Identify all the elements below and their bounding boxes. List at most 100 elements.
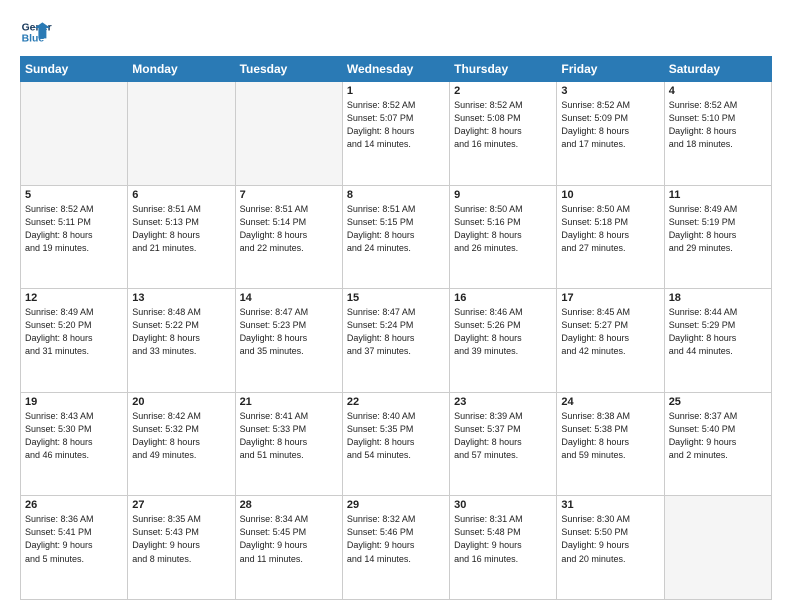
day-number: 14 <box>240 292 338 304</box>
day-info: Sunrise: 8:45 AM Sunset: 5:27 PM Dayligh… <box>561 306 659 358</box>
header: General Blue <box>20 16 772 48</box>
weekday-header-thursday: Thursday <box>450 57 557 82</box>
calendar-cell <box>235 82 342 186</box>
day-info: Sunrise: 8:36 AM Sunset: 5:41 PM Dayligh… <box>25 513 123 565</box>
page: General Blue SundayMondayTuesdayWednesda… <box>0 0 792 612</box>
day-number: 12 <box>25 292 123 304</box>
day-info: Sunrise: 8:35 AM Sunset: 5:43 PM Dayligh… <box>132 513 230 565</box>
day-info: Sunrise: 8:31 AM Sunset: 5:48 PM Dayligh… <box>454 513 552 565</box>
day-number: 11 <box>669 189 767 201</box>
calendar-cell <box>664 496 771 600</box>
day-info: Sunrise: 8:52 AM Sunset: 5:09 PM Dayligh… <box>561 99 659 151</box>
day-info: Sunrise: 8:37 AM Sunset: 5:40 PM Dayligh… <box>669 410 767 462</box>
day-number: 29 <box>347 499 445 511</box>
day-info: Sunrise: 8:44 AM Sunset: 5:29 PM Dayligh… <box>669 306 767 358</box>
day-number: 24 <box>561 396 659 408</box>
day-info: Sunrise: 8:32 AM Sunset: 5:46 PM Dayligh… <box>347 513 445 565</box>
weekday-header-tuesday: Tuesday <box>235 57 342 82</box>
day-info: Sunrise: 8:46 AM Sunset: 5:26 PM Dayligh… <box>454 306 552 358</box>
day-info: Sunrise: 8:47 AM Sunset: 5:24 PM Dayligh… <box>347 306 445 358</box>
day-info: Sunrise: 8:52 AM Sunset: 5:10 PM Dayligh… <box>669 99 767 151</box>
day-number: 6 <box>132 189 230 201</box>
calendar-cell: 25 Sunrise: 8:37 AM Sunset: 5:40 PM Dayli… <box>664 392 771 496</box>
calendar-cell: 4 Sunrise: 8:52 AM Sunset: 5:10 PM Daylig… <box>664 82 771 186</box>
day-number: 31 <box>561 499 659 511</box>
calendar-table: SundayMondayTuesdayWednesdayThursdayFrid… <box>20 56 772 600</box>
weekday-header-friday: Friday <box>557 57 664 82</box>
day-number: 22 <box>347 396 445 408</box>
day-info: Sunrise: 8:43 AM Sunset: 5:30 PM Dayligh… <box>25 410 123 462</box>
calendar-cell: 17 Sunrise: 8:45 AM Sunset: 5:27 PM Dayli… <box>557 289 664 393</box>
day-number: 28 <box>240 499 338 511</box>
calendar-cell: 11 Sunrise: 8:49 AM Sunset: 5:19 PM Dayli… <box>664 185 771 289</box>
logo: General Blue <box>20 16 52 48</box>
day-number: 26 <box>25 499 123 511</box>
day-info: Sunrise: 8:50 AM Sunset: 5:18 PM Dayligh… <box>561 203 659 255</box>
day-number: 5 <box>25 189 123 201</box>
day-info: Sunrise: 8:39 AM Sunset: 5:37 PM Dayligh… <box>454 410 552 462</box>
day-number: 18 <box>669 292 767 304</box>
calendar-cell: 2Sunrise: 8:52 AM Sunset: 5:08 PM Daylig… <box>450 82 557 186</box>
calendar-cell: 19 Sunrise: 8:43 AM Sunset: 5:30 PM Dayli… <box>21 392 128 496</box>
calendar-cell <box>128 82 235 186</box>
calendar-cell: 21Sunrise: 8:41 AM Sunset: 5:33 PM Dayli… <box>235 392 342 496</box>
week-row-1: 1 Sunrise: 8:52 AM Sunset: 5:07 PM Daylig… <box>21 82 772 186</box>
calendar-cell: 1 Sunrise: 8:52 AM Sunset: 5:07 PM Daylig… <box>342 82 449 186</box>
week-row-4: 19 Sunrise: 8:43 AM Sunset: 5:30 PM Dayli… <box>21 392 772 496</box>
weekday-header-sunday: Sunday <box>21 57 128 82</box>
calendar-cell: 27 Sunrise: 8:35 AM Sunset: 5:43 PM Dayli… <box>128 496 235 600</box>
day-number: 16 <box>454 292 552 304</box>
day-info: Sunrise: 8:52 AM Sunset: 5:07 PM Dayligh… <box>347 99 445 151</box>
week-row-2: 5 Sunrise: 8:52 AM Sunset: 5:11 PM Daylig… <box>21 185 772 289</box>
day-info: Sunrise: 8:38 AM Sunset: 5:38 PM Dayligh… <box>561 410 659 462</box>
day-info: Sunrise: 8:49 AM Sunset: 5:19 PM Dayligh… <box>669 203 767 255</box>
day-info: Sunrise: 8:30 AM Sunset: 5:50 PM Dayligh… <box>561 513 659 565</box>
day-number: 25 <box>669 396 767 408</box>
day-number: 8 <box>347 189 445 201</box>
weekday-header-wednesday: Wednesday <box>342 57 449 82</box>
calendar-cell: 6 Sunrise: 8:51 AM Sunset: 5:13 PM Daylig… <box>128 185 235 289</box>
day-info: Sunrise: 8:42 AM Sunset: 5:32 PM Dayligh… <box>132 410 230 462</box>
calendar-cell: 8Sunrise: 8:51 AM Sunset: 5:15 PM Daylig… <box>342 185 449 289</box>
day-number: 15 <box>347 292 445 304</box>
day-info: Sunrise: 8:52 AM Sunset: 5:11 PM Dayligh… <box>25 203 123 255</box>
day-info: Sunrise: 8:48 AM Sunset: 5:22 PM Dayligh… <box>132 306 230 358</box>
day-number: 27 <box>132 499 230 511</box>
logo-icon: General Blue <box>20 16 52 48</box>
day-number: 1 <box>347 85 445 97</box>
calendar-cell: 22 Sunrise: 8:40 AM Sunset: 5:35 PM Dayli… <box>342 392 449 496</box>
day-number: 10 <box>561 189 659 201</box>
calendar-cell: 10 Sunrise: 8:50 AM Sunset: 5:18 PM Dayli… <box>557 185 664 289</box>
day-number: 13 <box>132 292 230 304</box>
calendar-cell: 28Sunrise: 8:34 AM Sunset: 5:45 PM Dayli… <box>235 496 342 600</box>
day-number: 23 <box>454 396 552 408</box>
weekday-header-saturday: Saturday <box>664 57 771 82</box>
calendar-cell: 20Sunrise: 8:42 AM Sunset: 5:32 PM Dayli… <box>128 392 235 496</box>
day-number: 4 <box>669 85 767 97</box>
day-info: Sunrise: 8:40 AM Sunset: 5:35 PM Dayligh… <box>347 410 445 462</box>
calendar-cell: 7Sunrise: 8:51 AM Sunset: 5:14 PM Daylig… <box>235 185 342 289</box>
calendar-cell: 9Sunrise: 8:50 AM Sunset: 5:16 PM Daylig… <box>450 185 557 289</box>
calendar-cell: 18 Sunrise: 8:44 AM Sunset: 5:29 PM Dayli… <box>664 289 771 393</box>
calendar-cell: 15 Sunrise: 8:47 AM Sunset: 5:24 PM Dayli… <box>342 289 449 393</box>
day-info: Sunrise: 8:51 AM Sunset: 5:13 PM Dayligh… <box>132 203 230 255</box>
calendar-cell: 12Sunrise: 8:49 AM Sunset: 5:20 PM Dayli… <box>21 289 128 393</box>
day-number: 2 <box>454 85 552 97</box>
weekday-header-monday: Monday <box>128 57 235 82</box>
day-info: Sunrise: 8:47 AM Sunset: 5:23 PM Dayligh… <box>240 306 338 358</box>
weekday-header-row: SundayMondayTuesdayWednesdayThursdayFrid… <box>21 57 772 82</box>
calendar-cell: 16 Sunrise: 8:46 AM Sunset: 5:26 PM Dayli… <box>450 289 557 393</box>
calendar-cell: 29 Sunrise: 8:32 AM Sunset: 5:46 PM Dayli… <box>342 496 449 600</box>
day-number: 30 <box>454 499 552 511</box>
day-number: 19 <box>25 396 123 408</box>
calendar-cell: 14 Sunrise: 8:47 AM Sunset: 5:23 PM Dayli… <box>235 289 342 393</box>
calendar-cell: 31 Sunrise: 8:30 AM Sunset: 5:50 PM Dayli… <box>557 496 664 600</box>
calendar-cell: 3 Sunrise: 8:52 AM Sunset: 5:09 PM Daylig… <box>557 82 664 186</box>
calendar-cell: 23 Sunrise: 8:39 AM Sunset: 5:37 PM Dayli… <box>450 392 557 496</box>
day-number: 17 <box>561 292 659 304</box>
calendar-cell: 26 Sunrise: 8:36 AM Sunset: 5:41 PM Dayli… <box>21 496 128 600</box>
calendar-cell: 24 Sunrise: 8:38 AM Sunset: 5:38 PM Dayli… <box>557 392 664 496</box>
calendar-cell: 13 Sunrise: 8:48 AM Sunset: 5:22 PM Dayli… <box>128 289 235 393</box>
day-number: 3 <box>561 85 659 97</box>
day-number: 21 <box>240 396 338 408</box>
